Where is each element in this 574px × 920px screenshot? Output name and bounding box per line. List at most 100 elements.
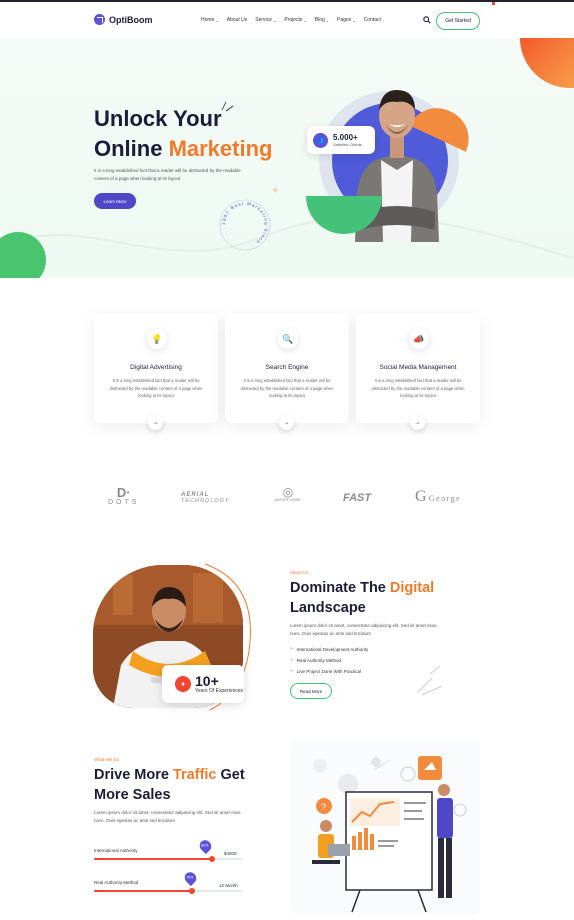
nature-text: NATURE SWIRL	[274, 498, 302, 502]
about-description: Lorem ipsum dolor sit amet, consectetur …	[290, 623, 437, 636]
dots-text: DOTS	[108, 499, 140, 506]
nav-item-service[interactable]: Service ⌄	[255, 17, 276, 23]
about-title: Dominate The Digital Landscape	[290, 578, 434, 618]
nav-item-label: Contact	[363, 17, 381, 23]
logo-text: OptiBoom	[109, 14, 153, 25]
orange-circle-decoration	[520, 38, 574, 88]
search-icon[interactable]	[423, 16, 431, 24]
magnifier-icon: 🔍	[278, 329, 298, 349]
service-description: It is a long established fact that a rea…	[371, 378, 465, 398]
about-title-part1: Dominate The	[290, 580, 390, 596]
service-card-search-engine: 🔍 Search Engine It is a long established…	[225, 313, 349, 430]
sparkle-lines-icon	[417, 665, 443, 696]
feature-item: » Live Project Done With Practical	[290, 668, 361, 674]
hero-title-line2: Online	[94, 136, 169, 161]
chevron-down-icon: ⌄	[325, 17, 330, 23]
nav-item-projects[interactable]: Projects ⌄	[284, 17, 306, 23]
aerial-sub: TECHNOLOGY	[181, 498, 230, 504]
experience-card: ♦ 10+ Years Of Experiences	[162, 665, 244, 703]
chevron-right-icon: »	[290, 668, 293, 674]
hero-section: Unlock Your Online Marketing It is a long…	[0, 38, 574, 278]
bulb-icon: 💡	[147, 329, 167, 349]
brand-logo-dots: D· DOTS	[108, 486, 139, 506]
feature-item: » Real Authority Method	[290, 657, 341, 663]
progress-knob[interactable]	[209, 856, 216, 862]
nav-item-home[interactable]: Home ⌄	[201, 17, 219, 23]
progress-pin: 70%	[182, 869, 199, 887]
chevron-down-icon: ⌄	[303, 17, 307, 23]
sparkle-lines-icon	[221, 101, 234, 112]
arrow-right-icon[interactable]: →	[148, 415, 163, 430]
nav-item-label: Pages	[337, 17, 352, 23]
experience-label: Years Of Experiences	[195, 688, 244, 694]
nav-item-pages[interactable]: Pages ⌄	[337, 17, 356, 23]
logo[interactable]: OptiBoom	[94, 14, 153, 25]
site-header: OptiBoom Home ⌄ About Us Service ⌄ Project…	[0, 0, 574, 38]
service-description: It is a long established fact that a rea…	[240, 378, 334, 398]
progress-pin: 80%	[197, 837, 214, 855]
presentation-illustration: ?	[312, 756, 467, 913]
svg-text:?: ?	[321, 802, 326, 812]
nav-item-contact[interactable]: Contact	[364, 17, 381, 23]
arrow-right-icon[interactable]: →	[410, 415, 425, 430]
stat-value: 5.000+	[333, 133, 358, 142]
chevron-right-icon: »	[290, 657, 293, 663]
brand-logo-george: G George	[415, 488, 461, 506]
hero-wave-decoration	[0, 215, 574, 259]
logo-icon	[94, 14, 105, 25]
progress-knob[interactable]	[188, 888, 195, 894]
nav-item-label: Service	[255, 17, 272, 23]
svg-text:1997 Best Marketing Since: 1997 Best Marketing Since	[221, 201, 269, 245]
chevron-right-icon: »	[290, 646, 293, 652]
service-title: Social Media Management	[379, 364, 457, 371]
diamond-icon: ♦	[175, 676, 191, 692]
whatwedo-title-part2: Get	[216, 767, 245, 783]
chevron-down-icon: ⌄	[272, 17, 277, 23]
progress-value: 12 Month	[219, 883, 238, 888]
sparkle-icon: ✧	[272, 186, 279, 195]
whatwedo-title-line2: More Sales	[94, 787, 171, 803]
nav-item-label: Projects	[284, 17, 303, 23]
nav-item-blog[interactable]: Blog ⌄	[315, 17, 329, 23]
swirl-icon: ◎	[282, 485, 294, 499]
george-text: George	[428, 494, 462, 503]
progress-bar	[94, 856, 242, 862]
whatwedo-description: Lorem ipsum dolor sit amet, consectetur …	[94, 810, 241, 823]
whatwedo-title: Drive More Traffic Get More Sales	[94, 765, 245, 805]
megaphone-icon: 📣	[409, 329, 429, 349]
chevron-down-icon: ⌄	[352, 17, 356, 23]
george-mark: G	[415, 488, 427, 505]
progress-fill	[94, 890, 192, 892]
nav-item-about[interactable]: About Us	[227, 17, 248, 23]
service-title: Digital Advertising	[130, 364, 182, 371]
top-accent-mark	[492, 2, 495, 5]
nav-item-label: About Us	[226, 17, 248, 23]
about-eyebrow: About Us	[290, 570, 309, 575]
hero-title-line1: Unlock Your	[94, 106, 222, 131]
progress-value: $4000	[224, 851, 237, 856]
feature-label: Live Project Done With Practical	[296, 668, 362, 674]
whatwedo-eyebrow: What We Do	[94, 757, 120, 762]
brand-logo-nature-swirl: ◎ NATURE SWIRL	[268, 486, 308, 502]
about-title-accent: Digital	[389, 580, 435, 596]
arrow-right-icon[interactable]: →	[279, 415, 294, 430]
main-nav: Home ⌄ About Us Service ⌄ Projects ⌄ Blog ⌄ …	[201, 17, 381, 23]
dots-mark: D·	[116, 485, 131, 500]
experience-text: 10+ Years Of Experiences	[195, 674, 243, 694]
badge-text: 1997 Best Marketing Since	[221, 201, 268, 245]
users-icon: 👥	[313, 132, 328, 148]
experience-value: 10+	[195, 673, 219, 689]
feature-label: International Development Authority	[296, 646, 369, 652]
stat-text: 5.000+ Satisfied Clients	[333, 133, 362, 147]
brand-logo-aerial: AERIAL TECHNOLOGY	[181, 492, 230, 504]
nav-item-label: Home	[201, 17, 215, 23]
hero-description: It is a long established fact that a rea…	[94, 168, 241, 181]
service-description: It is a long established fact that a rea…	[109, 378, 203, 398]
get-started-button[interactable]: Get Started	[436, 12, 480, 30]
read-more-button[interactable]: Read More	[290, 683, 332, 699]
about-title-line2: Landscape	[290, 600, 366, 616]
progress-pin-label: 80%	[201, 843, 209, 848]
whatwedo-title-part1: Drive More	[94, 767, 173, 783]
feature-item: » International Development Authority	[290, 646, 368, 652]
learn-more-button[interactable]: Learn More	[94, 193, 136, 209]
